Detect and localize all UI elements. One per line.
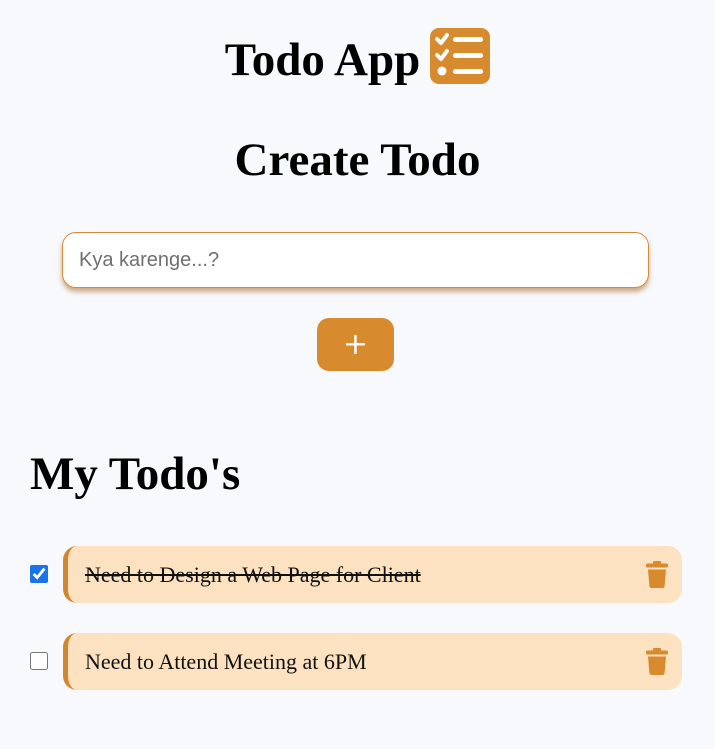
my-todos-heading: My Todo's <box>30 448 241 500</box>
delete-todo-button[interactable] <box>646 648 668 675</box>
trash-icon <box>646 648 668 675</box>
todo-complete-checkbox[interactable] <box>30 565 48 583</box>
todo-card: Need to Attend Meeting at 6PM <box>63 633 682 690</box>
add-todo-button[interactable]: + <box>317 318 394 371</box>
app-title-text: Todo App <box>224 34 421 87</box>
todo-card: Need to Design a Web Page for Client <box>63 546 682 603</box>
todo-input[interactable] <box>62 232 649 288</box>
list-check-icon <box>430 28 491 85</box>
app-title: Todo App <box>0 26 715 90</box>
todo-complete-checkbox[interactable] <box>30 652 48 670</box>
create-todo-heading: Create Todo <box>234 134 481 186</box>
todo-item: Need to Attend Meeting at 6PM <box>30 633 682 690</box>
delete-todo-button[interactable] <box>646 561 668 588</box>
todo-item: Need to Design a Web Page for Client <box>30 546 682 603</box>
todo-text: Need to Attend Meeting at 6PM <box>85 649 367 674</box>
trash-icon <box>646 561 668 588</box>
todo-text: Need to Design a Web Page for Client <box>85 562 421 587</box>
